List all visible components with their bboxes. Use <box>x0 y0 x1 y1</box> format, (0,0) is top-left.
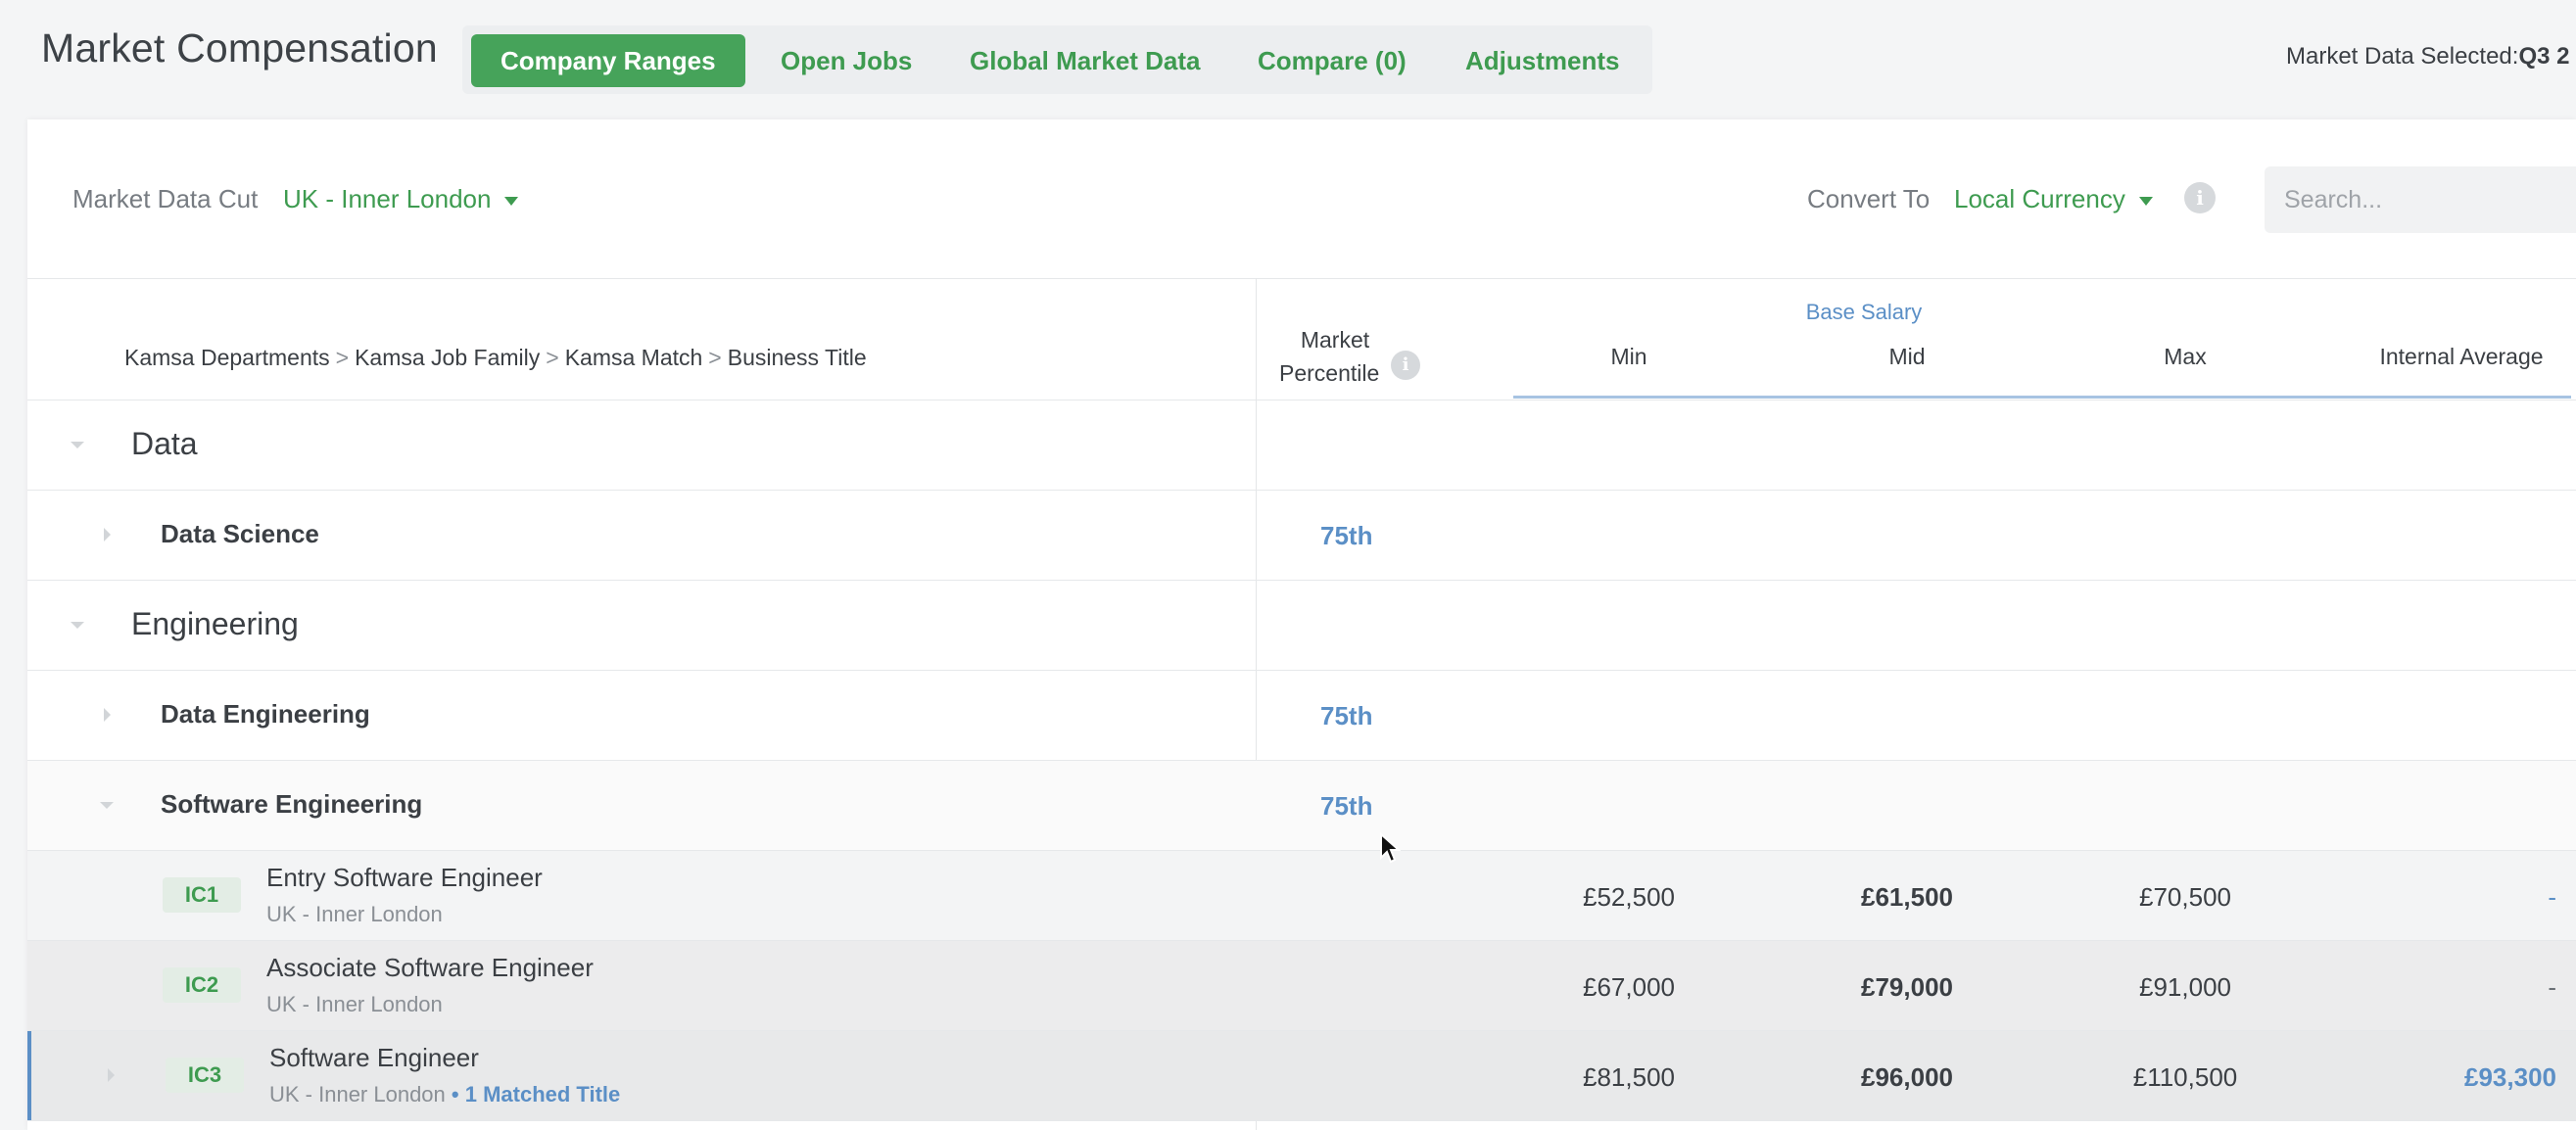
expand-icon[interactable] <box>104 528 111 541</box>
breadcrumb-departments: Kamsa Departments <box>124 345 330 370</box>
salary-min: £67,000 <box>1583 972 1675 1002</box>
market-percentile-line1: Market <box>1300 327 1370 353</box>
internal-average[interactable]: £93,300 <box>2321 1062 2556 1093</box>
tab-open-jobs[interactable]: Open Jobs <box>781 34 912 87</box>
breadcrumb-job-family: Kamsa Job Family <box>355 345 541 370</box>
job-location-text: UK - Inner London <box>266 992 443 1016</box>
job-row[interactable]: IC1 Entry Software Engineer UK - Inner L… <box>27 851 2576 941</box>
tab-bar: Company Ranges Open Jobs Global Market D… <box>462 25 1652 94</box>
market-data-cut-dropdown[interactable]: UK - Inner London <box>283 184 519 214</box>
page-title: Market Compensation <box>41 25 438 71</box>
collapse-icon[interactable] <box>71 442 84 448</box>
column-mid[interactable]: Mid <box>1809 344 2005 370</box>
base-salary-underline <box>1513 396 2571 399</box>
column-min[interactable]: Min <box>1531 344 1727 370</box>
market-data-selected-label: Market Data Selected: <box>2286 43 2519 70</box>
job-location: UK - Inner London <box>266 992 443 1017</box>
convert-to-label: Convert To <box>1807 184 1931 213</box>
job-row[interactable]: IC2 Associate Software Engineer UK - Inn… <box>27 941 2576 1031</box>
breadcrumb-separator: > <box>546 345 559 370</box>
salary-min: £81,500 <box>1583 1062 1675 1092</box>
convert-to-dropdown[interactable]: Local Currency <box>1954 184 2153 214</box>
hierarchy-breadcrumb: Kamsa Departments > Kamsa Job Family > Kamsa… <box>124 345 867 371</box>
job-family-name: Data Science <box>161 519 319 548</box>
salary-mid: £96,000 <box>1861 1062 1953 1092</box>
market-data-selected-value: Q3 2 <box>2518 43 2570 70</box>
compensation-card: Market Data Cut UK - Inner London Conver… <box>27 119 2576 1130</box>
mouse-pointer-icon <box>1380 832 1401 864</box>
matched-title-link[interactable]: • 1 Matched Title <box>452 1082 620 1106</box>
salary-min: £52,500 <box>1583 882 1675 912</box>
column-internal-average[interactable]: Internal Average <box>2334 344 2576 370</box>
department-name: Data <box>131 426 198 461</box>
job-family-name: Data Engineering <box>161 699 370 729</box>
tab-adjustments[interactable]: Adjustments <box>1465 34 1619 87</box>
job-family-row[interactable]: Data Science 75th <box>27 491 2576 581</box>
level-badge: IC2 <box>163 967 241 1003</box>
internal-average: - <box>2548 972 2556 1002</box>
breadcrumb-business-title: Business Title <box>727 345 867 370</box>
job-family-row[interactable]: Software Engineering 75th <box>27 761 2576 851</box>
caret-down-icon <box>504 196 519 206</box>
salary-mid: £79,000 <box>1861 972 1953 1002</box>
job-location-text: UK - Inner London <box>269 1082 446 1106</box>
column-max[interactable]: Max <box>2087 344 2283 370</box>
market-percentile-value[interactable]: 75th <box>1320 791 1372 822</box>
breadcrumb-match: Kamsa Match <box>564 345 703 370</box>
market-percentile-value[interactable]: 75th <box>1320 701 1372 731</box>
market-percentile-header: Market Percentile <box>1271 323 1399 390</box>
breadcrumb-separator: > <box>335 345 350 370</box>
tab-global-market-data[interactable]: Global Market Data <box>970 34 1201 87</box>
tab-company-ranges[interactable]: Company Ranges <box>471 34 745 87</box>
salary-max: £110,500 <box>2132 1062 2238 1092</box>
expand-icon[interactable] <box>104 708 111 722</box>
salary-max: £91,000 <box>2139 972 2231 1002</box>
job-title[interactable]: Entry Software Engineer <box>266 863 543 893</box>
filter-bar: Market Data Cut UK - Inner London Conver… <box>27 119 2576 279</box>
job-row[interactable]: IC3 Software Engineer UK - Inner London … <box>27 1031 2576 1121</box>
salary-mid: £61,500 <box>1861 882 1953 912</box>
base-salary-header: Base Salary <box>1805 300 1923 324</box>
department-row[interactable]: Data <box>27 400 2576 491</box>
job-family-name: Software Engineering <box>161 789 423 819</box>
department-name: Engineering <box>131 606 299 641</box>
market-data-cut-label: Market Data Cut <box>72 184 259 213</box>
level-badge: IC1 <box>163 877 241 913</box>
salary-max: £70,500 <box>2139 882 2231 912</box>
convert-to-value: Local Currency <box>1954 184 2125 213</box>
level-badge: IC3 <box>166 1058 244 1093</box>
job-location-text: UK - Inner London <box>266 902 443 926</box>
search-input[interactable] <box>2265 166 2576 233</box>
department-row[interactable]: Engineering <box>27 581 2576 671</box>
tab-compare[interactable]: Compare (0) <box>1258 34 1407 87</box>
market-data-cut-value: UK - Inner London <box>283 184 492 213</box>
job-title[interactable]: Software Engineer <box>269 1043 479 1073</box>
info-icon[interactable]: i <box>2184 182 2216 213</box>
breadcrumb-separator: > <box>708 345 722 370</box>
market-percentile-line2: Percentile <box>1279 360 1380 386</box>
job-family-row[interactable]: Data Engineering 75th <box>27 671 2576 761</box>
job-location: UK - Inner London • 1 Matched Title <box>269 1082 620 1107</box>
expand-icon[interactable] <box>108 1068 115 1082</box>
market-data-selected: Market Data Selected:Q3 2 <box>2286 43 2569 71</box>
selected-row-accent <box>27 1031 31 1120</box>
info-icon[interactable]: i <box>1391 351 1420 380</box>
job-title[interactable]: Associate Software Engineer <box>266 953 594 983</box>
internal-average: - <box>2548 882 2556 912</box>
market-percentile-value[interactable]: 75th <box>1320 521 1372 551</box>
job-location: UK - Inner London <box>266 902 443 927</box>
collapse-icon[interactable] <box>100 802 114 809</box>
collapse-icon[interactable] <box>71 622 84 629</box>
caret-down-icon <box>2138 196 2153 206</box>
